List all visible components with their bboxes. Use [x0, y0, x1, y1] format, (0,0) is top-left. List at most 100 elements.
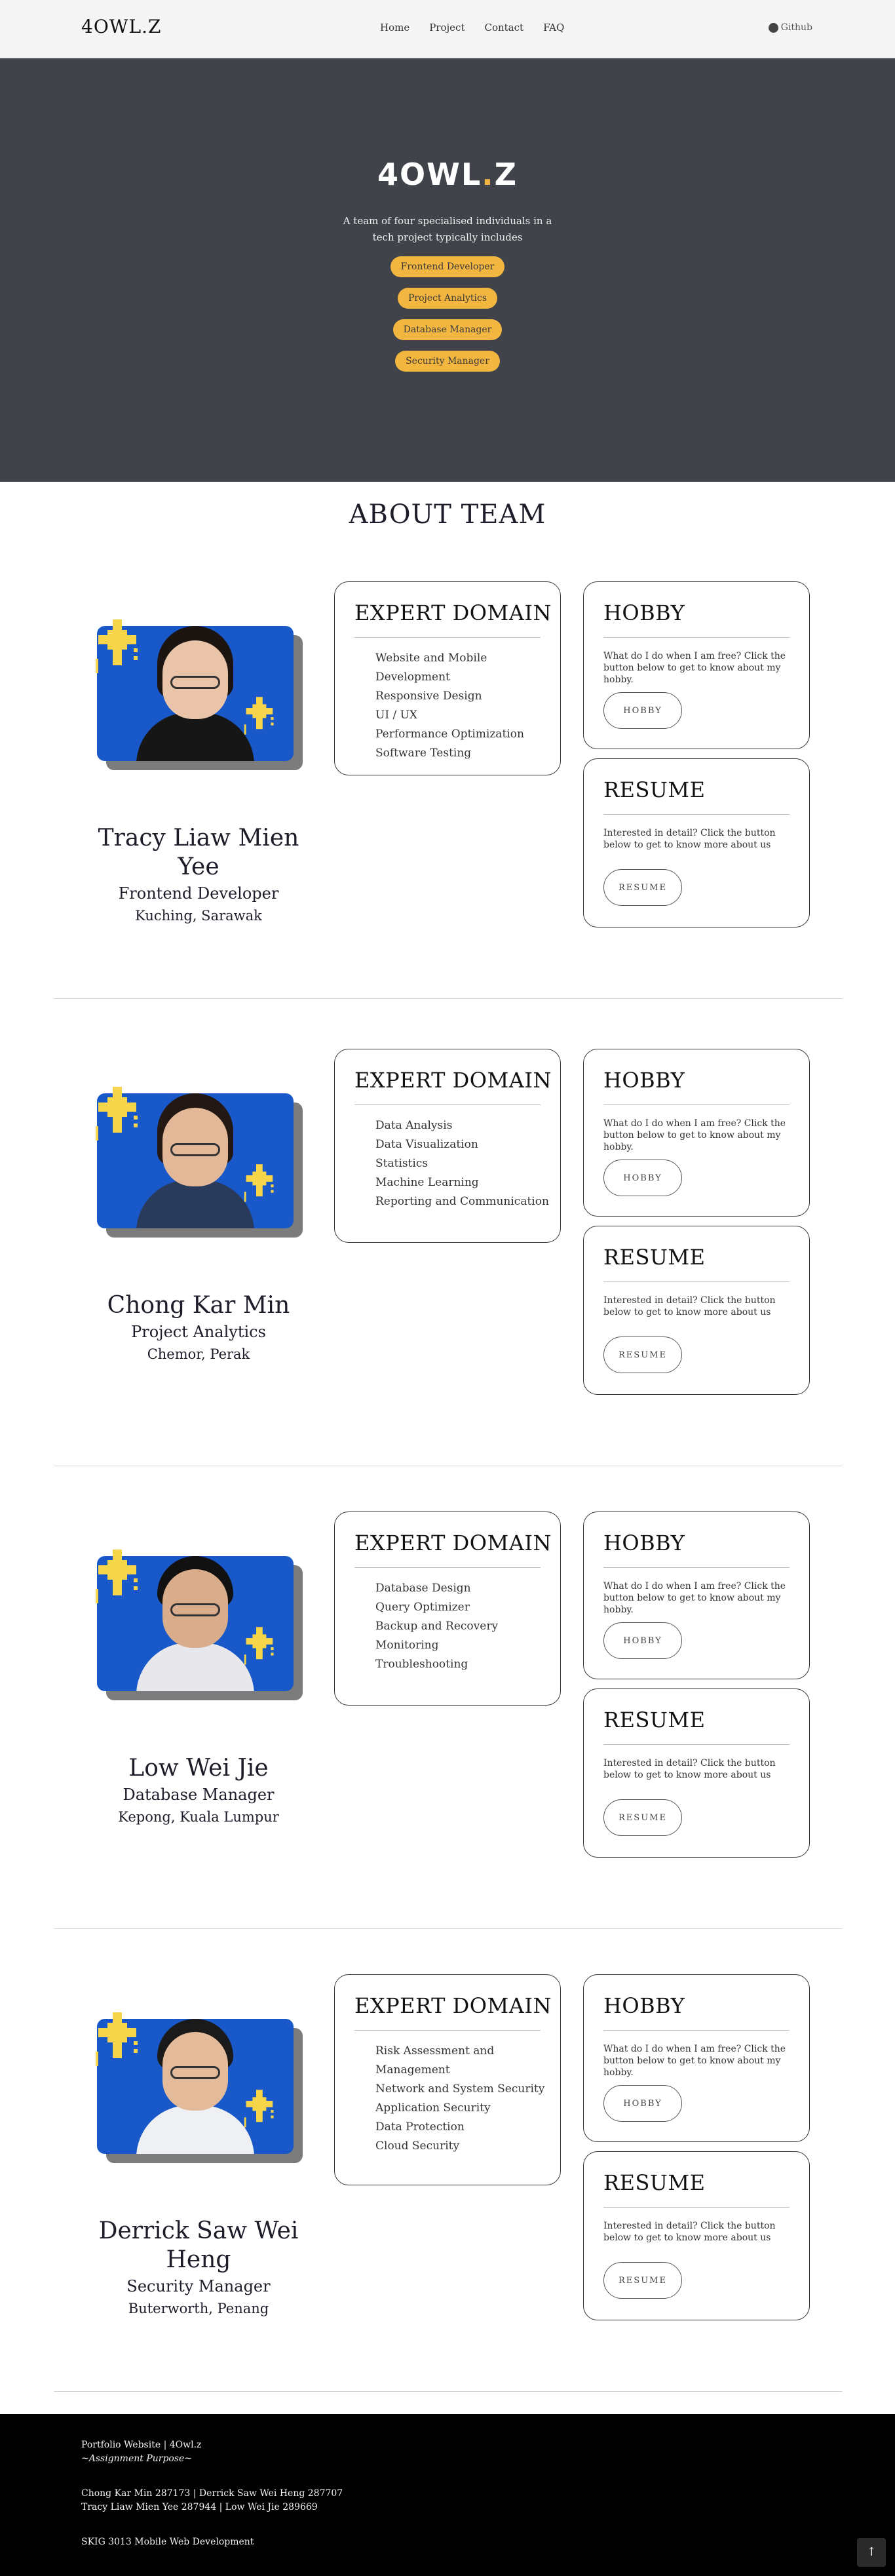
domain-item: Troubleshooting — [375, 1658, 468, 1671]
portrait-glasses — [170, 2066, 220, 2079]
section-divider — [54, 998, 843, 999]
member-photo — [96, 1550, 305, 1733]
card-divider — [354, 1567, 541, 1568]
role-pill[interactable]: Frontend Developer — [390, 256, 505, 277]
resume-text: Interested in detail? Click the button b… — [603, 1758, 776, 1780]
expert-domain-card: EXPERT DOMAIN Data Analysis Data Visualiz… — [334, 1049, 561, 1243]
github-link[interactable]: Github — [768, 22, 812, 33]
portrait-body — [136, 712, 254, 761]
member-name: Derrick Saw Wei Heng — [98, 2217, 299, 2273]
resume-text: Interested in detail? Click the button b… — [603, 2221, 776, 2243]
sparkle-icon — [244, 2090, 274, 2128]
expert-domain-title: EXPERT DOMAIN — [354, 600, 552, 625]
hobby-card: HOBBY What do I do when I am free? Click… — [583, 1049, 810, 1217]
role-pill[interactable]: Project Analytics — [397, 288, 498, 309]
navbar: 4OWL.Z Home Project Contact FAQ Github — [0, 0, 895, 58]
domain-item: UI / UX — [375, 709, 418, 722]
card-divider — [354, 1104, 541, 1105]
role-pill[interactable]: Database Manager — [392, 319, 503, 340]
domain-list: Risk Assessment and Management Network and… — [375, 2042, 544, 2156]
hobby-title: HOBBY — [603, 600, 685, 625]
portrait-glasses — [170, 1603, 220, 1616]
hobby-text: What do I do when I am free? Click the b… — [603, 2044, 786, 2078]
hobby-card: HOBBY What do I do when I am free? Click… — [583, 1974, 810, 2142]
resume-card: RESUME Interested in detail? Click the b… — [583, 2151, 810, 2320]
domain-item: Query Optimizer — [375, 1601, 470, 1614]
member-role: Database Manager — [123, 1786, 275, 1804]
domain-item: Statistics — [375, 1157, 428, 1170]
github-icon — [768, 22, 778, 33]
hobby-button[interactable]: HOBBY — [603, 692, 682, 729]
portrait — [136, 1556, 254, 1691]
footer: Portfolio Website | 4Owl.z ~Assignment P… — [0, 2414, 895, 2576]
portrait-glasses — [170, 676, 220, 689]
sparkle-icon — [96, 1087, 138, 1141]
hobby-title: HOBBY — [603, 1531, 685, 1555]
hobby-button[interactable]: HOBBY — [603, 1160, 682, 1196]
sparkle-icon — [96, 1550, 138, 1603]
domain-item: Responsive Design — [375, 690, 482, 703]
portrait — [136, 2019, 254, 2154]
hero-description: A team of four specialised individuals i… — [343, 215, 552, 243]
domain-item: Cloud Security — [375, 2139, 460, 2153]
section-divider — [54, 2391, 843, 2392]
resume-button[interactable]: RESUME — [603, 2262, 682, 2299]
domain-item: Reporting and Communication — [375, 1195, 549, 1208]
hero-section: 4OWL.Z A team of four specialised indivi… — [0, 58, 895, 482]
resume-text: Interested in detail? Click the button b… — [603, 1295, 776, 1317]
expert-domain-card: EXPERT DOMAIN Database Design Query Optim… — [334, 1512, 561, 1706]
brand-logo[interactable]: 4OWL.Z — [81, 16, 162, 37]
footer-course: SKIG 3013 Mobile Web Development — [81, 2537, 254, 2547]
about-team-title: ABOUT TEAM — [349, 499, 546, 530]
resume-button[interactable]: RESUME — [603, 869, 682, 906]
resume-title: RESUME — [603, 2170, 706, 2195]
expert-domain-card: EXPERT DOMAIN Website and Mobile Develop… — [334, 581, 561, 775]
footer-title: Portfolio Website | 4Owl.z — [81, 2440, 202, 2450]
nav-link-faq[interactable]: FAQ — [543, 22, 564, 33]
nav-link-contact[interactable]: Contact — [484, 22, 524, 33]
member-location: Buterworth, Penang — [128, 2301, 269, 2316]
domain-item: Data Analysis — [375, 1119, 453, 1132]
nav-link-home[interactable]: Home — [380, 22, 409, 33]
expert-domain-card: EXPERT DOMAIN Risk Assessment and Managem… — [334, 1974, 561, 2185]
domain-item: Data Visualization — [375, 1138, 478, 1151]
member-section: Tracy Liaw Mien Yee Frontend Developer K… — [0, 580, 895, 1043]
card-divider — [603, 1744, 790, 1745]
back-to-top-button[interactable]: ↑ — [857, 2538, 886, 2567]
hobby-title: HOBBY — [603, 1068, 685, 1093]
member-location: Chemor, Perak — [147, 1346, 250, 1362]
resume-card: RESUME Interested in detail? Click the b… — [583, 1226, 810, 1395]
hobby-text: What do I do when I am free? Click the b… — [603, 651, 786, 685]
domain-item: Website and Mobile Development — [375, 652, 487, 684]
role-pills: Frontend Developer Project Analytics Dat… — [0, 256, 895, 372]
member-role: Frontend Developer — [118, 884, 279, 903]
resume-button[interactable]: RESUME — [603, 1799, 682, 1836]
portrait — [136, 626, 254, 761]
hobby-button[interactable]: HOBBY — [603, 1622, 682, 1659]
domain-list: Website and Mobile Development Responsive… — [375, 649, 560, 763]
member-name: Low Wei Jie — [128, 1755, 269, 1782]
nav-link-project[interactable]: Project — [429, 22, 465, 33]
resume-text: Interested in detail? Click the button b… — [603, 828, 776, 850]
card-divider — [603, 1567, 790, 1568]
arrow-up-icon: ↑ — [866, 2545, 877, 2559]
domain-item: Application Security — [375, 2101, 491, 2115]
role-pill[interactable]: Security Manager — [395, 351, 500, 372]
hobby-button[interactable]: HOBBY — [603, 2085, 682, 2122]
expert-domain-title: EXPERT DOMAIN — [354, 1068, 552, 1093]
domain-list: Data Analysis Data Visualization Statistic… — [375, 1116, 549, 1211]
member-name: Tracy Liaw Mien Yee — [98, 825, 299, 880]
resume-button[interactable]: RESUME — [603, 1337, 682, 1373]
member-photo — [96, 1087, 305, 1270]
domain-item: Data Protection — [375, 2120, 465, 2134]
card-divider — [603, 814, 790, 815]
domain-item: Risk Assessment and — [375, 2044, 495, 2058]
member-photo — [96, 2012, 305, 2196]
domain-list: Database Design Query Optimizer Backup and… — [375, 1579, 498, 1674]
hobby-card: HOBBY What do I do when I am free? Click… — [583, 1512, 810, 1679]
member-photo — [96, 619, 305, 803]
sparkle-icon — [96, 2012, 138, 2066]
card-divider — [603, 1104, 790, 1105]
hobby-title: HOBBY — [603, 1993, 685, 2018]
resume-title: RESUME — [603, 1708, 706, 1732]
